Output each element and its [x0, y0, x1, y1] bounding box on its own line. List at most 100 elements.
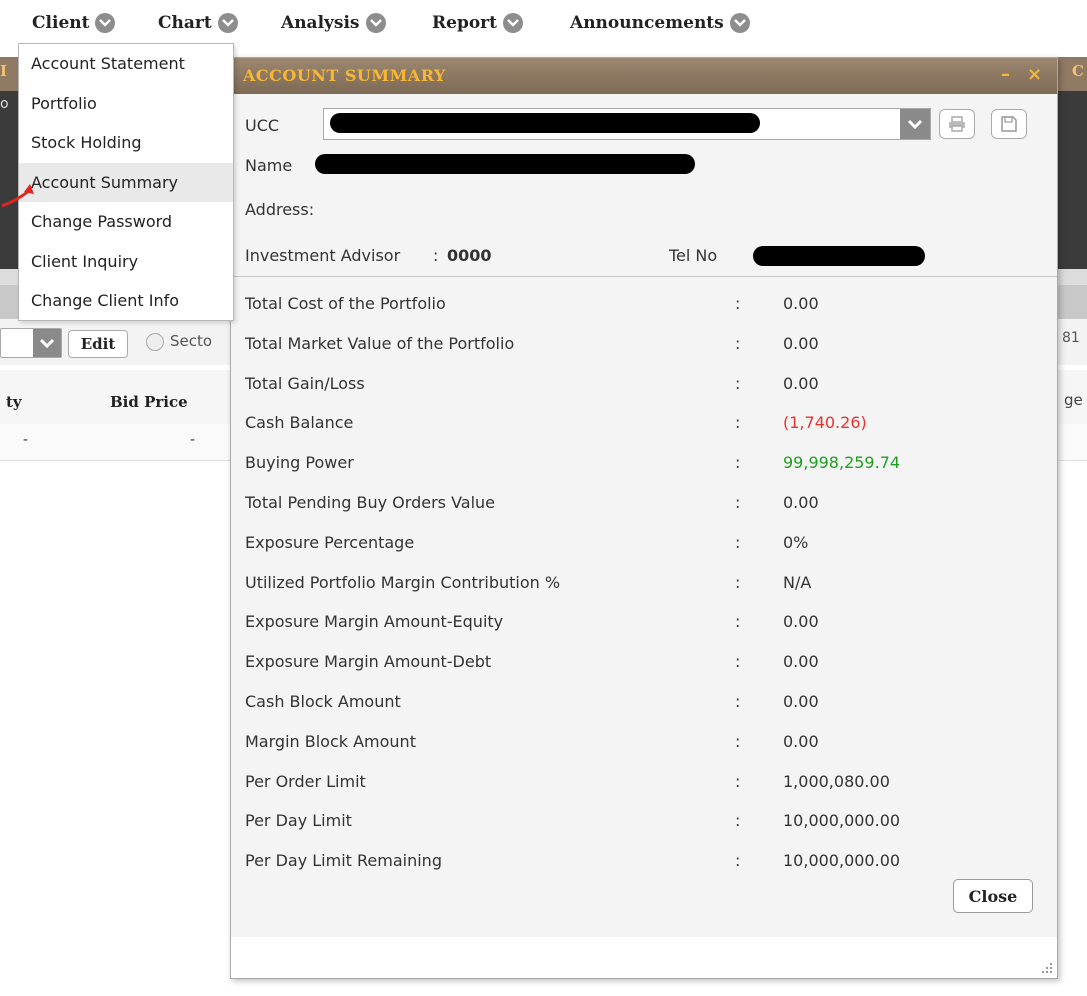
summary-row-label: Buying Power [245, 453, 354, 473]
chevron-down-icon [95, 13, 116, 33]
summary-row-colon: : [735, 413, 741, 433]
menu-item-stock-holding[interactable]: Stock Holding [19, 123, 233, 163]
summary-row: Total Pending Buy Orders Value: 0.00 [245, 483, 1045, 523]
menu-report[interactable]: Report [432, 13, 523, 33]
floppy-disk-icon [1001, 116, 1017, 132]
summary-row-colon: : [735, 692, 741, 711]
chevron-down-icon [365, 13, 386, 33]
chevron-down-icon [502, 13, 523, 33]
ucc-select[interactable] [323, 108, 931, 140]
summary-row-colon: : [735, 731, 741, 751]
summary-row: Total Gain/Loss: 0.00 [245, 364, 1045, 404]
summary-row: Per Day Limit Remaining: 10,000,000.00 [245, 841, 1045, 881]
section-divider [231, 276, 1057, 277]
summary-row-colon: : [735, 612, 741, 632]
account-summary-dialog: ACCOUNT SUMMARY – × UCC Name Address: In… [230, 57, 1058, 979]
summary-row: Margin Block Amount: 0.00 [245, 722, 1045, 762]
sector-radio-label: Secto [170, 332, 213, 350]
menu-analysis[interactable]: Analysis [281, 13, 386, 33]
summary-row-label: Per Day Limit [245, 811, 352, 831]
summary-row-colon: : [735, 333, 741, 353]
dialog-title: ACCOUNT SUMMARY [243, 66, 446, 85]
summary-row-value: 10,000,000.00 [783, 851, 901, 871]
address-label: Address: [245, 200, 315, 219]
print-button[interactable] [939, 109, 975, 139]
menu-chart-label: Chart [158, 13, 212, 33]
summary-row-colon: : [735, 771, 741, 791]
menu-item-account-summary[interactable]: Account Summary [19, 162, 233, 202]
summary-row-value: 0% [783, 532, 809, 552]
summary-row-value: 1,000,080.00 [783, 771, 890, 791]
summary-row-colon: : [735, 652, 741, 672]
chevron-down-icon [33, 329, 61, 357]
printer-icon [949, 116, 965, 132]
close-button[interactable]: Close [953, 879, 1033, 913]
menu-announcements[interactable]: Announcements [570, 13, 750, 33]
menu-chart[interactable]: Chart [158, 13, 238, 33]
background-select[interactable] [0, 328, 62, 358]
summary-row-label: Per Order Limit [245, 771, 366, 791]
close-icon[interactable]: × [1027, 64, 1042, 85]
summary-row-value: 0.00 [783, 493, 819, 512]
summary-row-label: Exposure Margin Amount-Debt [245, 652, 492, 672]
summary-row: Total Cost of the Portfolio: 0.00 [245, 284, 1045, 324]
menu-analysis-label: Analysis [281, 13, 360, 33]
background-panel-fragment: o [0, 96, 9, 112]
summary-row-label: Margin Block Amount [245, 731, 416, 751]
background-header-fragment-right: C [1072, 62, 1084, 80]
edit-button[interactable]: Edit [68, 330, 128, 358]
summary-row: Per Day Limit: 10,000,000.00 [245, 801, 1045, 841]
investment-advisor-value: 0000 [447, 246, 492, 265]
menu-client[interactable]: Client [32, 13, 116, 33]
summary-row: Exposure Margin Amount-Equity: 0.00 [245, 602, 1045, 642]
menu-report-label: Report [432, 13, 497, 33]
dialog-title-bar[interactable]: ACCOUNT SUMMARY – × [231, 58, 1057, 94]
dialog-footer [231, 937, 1057, 978]
summary-row: Utilized Portfolio Margin Contribution %… [245, 563, 1045, 603]
table-cell: - [190, 432, 196, 448]
sector-radio[interactable] [146, 333, 164, 351]
resize-grip-icon[interactable] [1041, 962, 1053, 974]
summary-row-label: Total Cost of the Portfolio [245, 294, 446, 313]
column-header-quantity: ty [6, 393, 22, 411]
table-cell: - [23, 432, 29, 448]
summary-row-value: 0.00 [783, 652, 819, 672]
summary-row-value: N/A [783, 572, 812, 592]
summary-row-colon: : [735, 572, 741, 592]
dialog-body: UCC Name Address: Investment Advisor : 0… [231, 94, 1057, 937]
tel-no-label: Tel No [669, 246, 718, 265]
summary-row-value: 0.00 [783, 294, 819, 313]
summary-row: Exposure Margin Amount-Debt: 0.00 [245, 642, 1045, 682]
save-button[interactable] [991, 109, 1027, 139]
menu-item-portfolio[interactable]: Portfolio [19, 84, 233, 124]
background-number: 81 [1062, 330, 1080, 346]
ucc-label: UCC [245, 116, 280, 135]
summary-row-value: 0.00 [783, 612, 819, 632]
summary-row-label: Cash Block Amount [245, 692, 401, 711]
chevron-down-icon [729, 13, 750, 33]
name-label: Name [245, 156, 293, 175]
menu-item-client-inquiry[interactable]: Client Inquiry [19, 242, 233, 282]
summary-row-label: Total Market Value of the Portfolio [245, 333, 515, 353]
menu-item-change-password[interactable]: Change Password [19, 202, 233, 242]
summary-row-colon: : [735, 294, 741, 313]
minimize-icon[interactable]: – [1001, 64, 1010, 85]
column-header-change: ge [1064, 391, 1083, 409]
menu-client-label: Client [32, 13, 90, 33]
summary-row-label: Per Day Limit Remaining [245, 851, 442, 871]
summary-row-label: Exposure Margin Amount-Equity [245, 612, 504, 632]
menu-item-account-statement[interactable]: Account Statement [19, 44, 233, 84]
summary-row-colon: : [735, 493, 741, 512]
menu-item-change-client-info[interactable]: Change Client Info [19, 281, 233, 321]
summary-row-label: Cash Balance [245, 413, 354, 433]
summary-row: Total Market Value of the Portfolio: 0.00 [245, 324, 1045, 364]
summary-row-value: 99,998,259.74 [783, 453, 901, 473]
summary-row-value: 0.00 [783, 692, 819, 711]
annotation-arrow-icon [1, 184, 34, 208]
investment-advisor-colon: : [433, 246, 439, 265]
summary-row-value: 0.00 [783, 731, 819, 751]
investment-advisor-label: Investment Advisor [245, 246, 401, 265]
summary-row-label: Total Pending Buy Orders Value [245, 493, 495, 512]
summary-row-value: 0.00 [783, 373, 819, 393]
summary-row-value: (1,740.26) [783, 413, 867, 433]
